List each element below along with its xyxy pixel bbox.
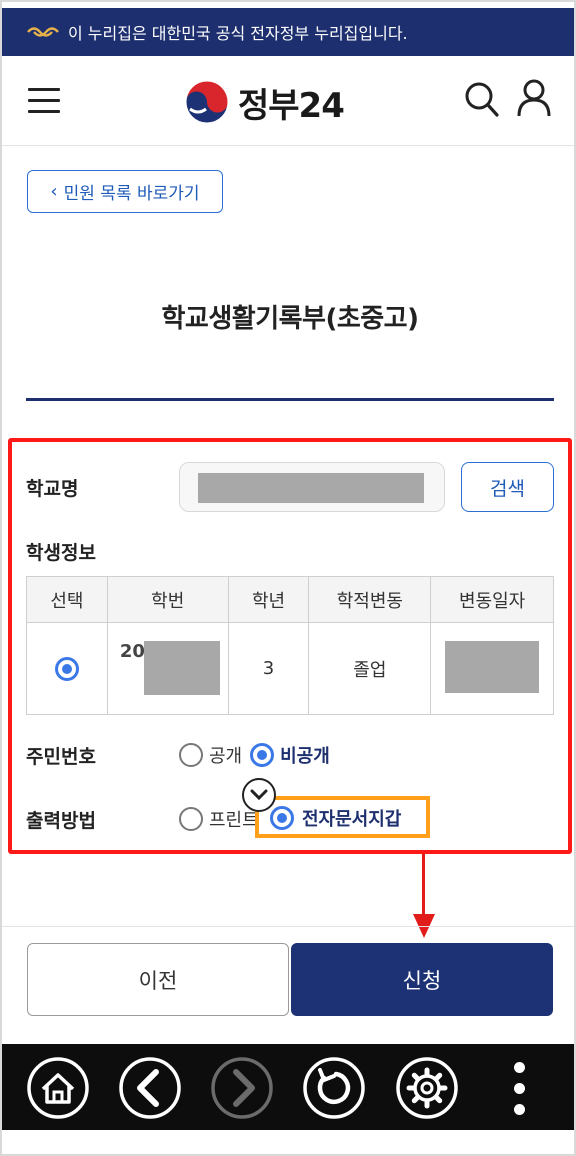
logo-text: 정부24	[238, 85, 345, 126]
cell-change-date	[430, 622, 554, 715]
table-header-select: 선택	[26, 576, 108, 623]
cell-select	[26, 622, 108, 715]
title-divider	[26, 398, 554, 401]
school-name-label: 학교명	[26, 478, 79, 500]
school-name-input[interactable]	[179, 462, 445, 512]
output-wallet-option[interactable]: 전자문서지갑	[270, 805, 401, 831]
student-no-prefix: 20	[119, 641, 145, 662]
menu-icon[interactable]	[28, 86, 60, 114]
table-header-grade: 학년	[227, 576, 310, 623]
refresh-icon[interactable]	[302, 1056, 366, 1120]
table-header-row: 선택 학번 학년 학적변동 변동일자	[26, 576, 554, 623]
gov-emblem-icon	[27, 27, 59, 37]
back-to-list-label: 민원 목록 바로가기	[63, 184, 200, 204]
annotation-arrow-line	[422, 854, 425, 920]
prev-button[interactable]: 이전	[27, 943, 289, 1016]
back-arrow-icon[interactable]	[118, 1056, 182, 1120]
back-to-list-button[interactable]: ‹ 민원 목록 바로가기	[27, 170, 223, 213]
taegeuk-logo-icon	[185, 80, 229, 124]
rrn-public-label: 공개	[209, 746, 243, 767]
search-icon[interactable]	[464, 80, 500, 120]
output-method-label: 출력방법	[26, 810, 96, 832]
redacted-change-date	[445, 641, 540, 693]
chevron-down-glyph	[250, 789, 268, 801]
chevron-left-icon: ‹	[50, 181, 58, 202]
forward-arrow-icon[interactable]	[210, 1056, 274, 1120]
home-icon[interactable]	[26, 1056, 90, 1120]
phone-frame: 이 누리집은 대한민국 공식 전자정부 누리집입니다. 정부24 ‹ 민원 목록…	[0, 0, 576, 1156]
table-header-student-no: 학번	[106, 576, 229, 623]
gov-banner: 이 누리집은 대한민국 공식 전자정부 누리집입니다.	[2, 8, 574, 56]
gear-icon[interactable]	[395, 1056, 459, 1120]
output-wallet-label: 전자문서지갑	[302, 809, 402, 830]
table-row: 20 3 졸업	[26, 622, 554, 715]
user-icon[interactable]	[516, 78, 552, 118]
more-options-icon[interactable]	[510, 1062, 530, 1116]
logo[interactable]: 정부24	[184, 78, 345, 126]
redacted-student-no	[143, 641, 220, 695]
output-printer-option[interactable]: 프린트	[179, 806, 259, 832]
student-info-label: 학생정보	[26, 542, 96, 564]
rrn-public-option[interactable]: 공개	[179, 742, 242, 768]
table-header-status-change: 학적변동	[308, 576, 432, 623]
chevron-down-icon[interactable]	[242, 778, 276, 812]
rrn-label: 주민번호	[26, 746, 96, 768]
apply-button[interactable]: 신청	[291, 943, 553, 1016]
site-header: 정부24	[2, 56, 574, 146]
banner-text: 이 누리집은 대한민국 공식 전자정부 누리집입니다.	[68, 24, 408, 43]
rrn-private-radio[interactable]	[250, 743, 275, 767]
student-info-table: 선택 학번 학년 학적변동 변동일자 20 3 졸업	[26, 576, 554, 715]
rrn-options: 공개 비공개	[179, 742, 338, 768]
rrn-private-label: 비공개	[280, 746, 330, 767]
student-select-radio[interactable]	[54, 656, 79, 681]
cell-grade: 3	[227, 622, 310, 715]
rrn-public-radio[interactable]	[179, 743, 203, 767]
rrn-private-option[interactable]: 비공개	[250, 742, 330, 768]
output-wallet-radio[interactable]	[270, 806, 294, 830]
browser-nav-bar	[2, 1044, 574, 1130]
bottom-divider	[2, 926, 574, 927]
output-printer-radio[interactable]	[179, 807, 203, 831]
redacted-school-name	[198, 473, 424, 503]
cell-status: 졸업	[308, 622, 432, 715]
table-header-change-date: 변동일자	[430, 576, 554, 623]
school-search-button[interactable]: 검색	[461, 462, 554, 512]
page-title: 학교생활기록부(초중고)	[161, 304, 419, 334]
cell-student-no: 20	[106, 622, 229, 715]
